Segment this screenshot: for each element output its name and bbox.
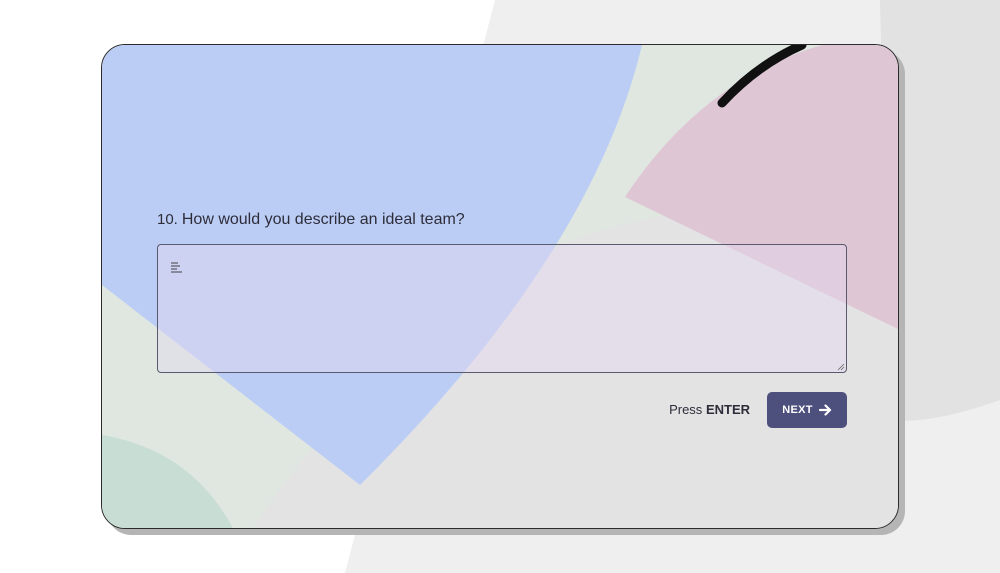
green-corner-shape [102, 435, 233, 528]
press-enter-hint: Press ENTER [669, 402, 750, 417]
submit-row: Press ENTER NEXT [157, 391, 847, 428]
answer-textarea[interactable] [157, 244, 847, 373]
press-label: Press [669, 402, 703, 417]
next-label: NEXT [782, 403, 813, 416]
resize-grip-icon[interactable] [837, 363, 845, 371]
next-button[interactable]: NEXT [767, 391, 847, 428]
question-number: 10. [157, 211, 178, 228]
text-align-icon [171, 262, 182, 273]
question-title: 10. How would you describe an ideal team… [157, 211, 465, 229]
enter-key-label: ENTER [705, 402, 750, 417]
question-card: 10. How would you describe an ideal team… [101, 44, 899, 529]
question-text: How would you describe an ideal team? [181, 211, 465, 228]
arrow-right-icon [818, 403, 831, 416]
